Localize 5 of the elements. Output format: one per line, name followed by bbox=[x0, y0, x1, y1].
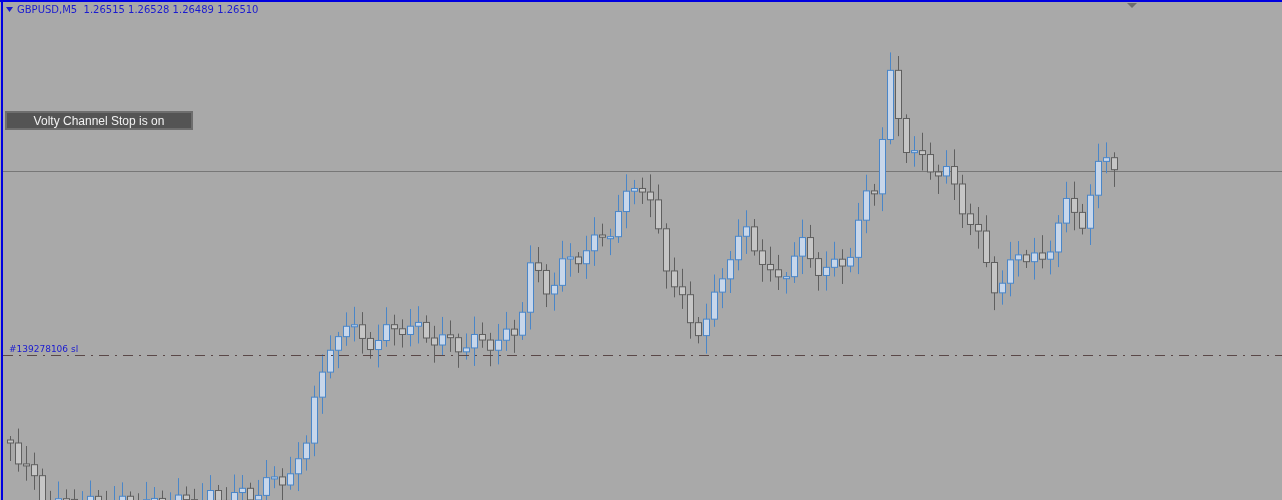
symbol-header: GBPUSD,M5 1.26515 1.26528 1.26489 1.26510 bbox=[17, 4, 259, 15]
dropdown-icon[interactable] bbox=[6, 7, 13, 12]
order-line-label: #139278106 sl bbox=[9, 344, 79, 354]
shift-marker-icon bbox=[1127, 3, 1137, 8]
indicator-status-label: Volty Channel Stop is on bbox=[5, 111, 193, 130]
